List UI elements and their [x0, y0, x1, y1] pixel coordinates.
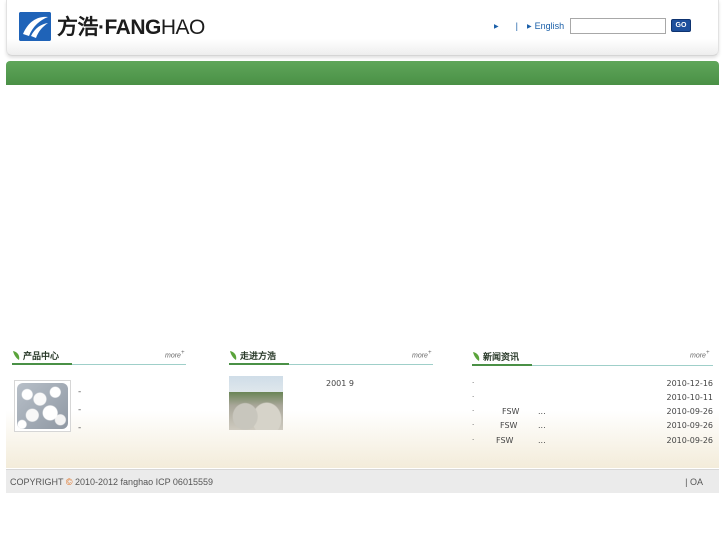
news-item[interactable]: · FSW ... 2010-09-26 — [472, 421, 713, 435]
search-input[interactable] — [570, 18, 666, 34]
news-date: 2010-09-26 — [666, 407, 714, 416]
news-title-line — [472, 364, 713, 366]
product-item[interactable]: - — [78, 401, 81, 419]
go-button[interactable]: GO — [671, 19, 691, 32]
leaf-icon — [230, 351, 237, 360]
news-item[interactable]: · 2010-12-16 — [472, 379, 713, 393]
about-more-link[interactable]: more+ — [412, 350, 431, 359]
arrow-right-icon: ▶ — [526, 23, 532, 30]
news-title: 新闻资讯 — [472, 350, 519, 363]
news-date: 2010-10-11 — [666, 393, 714, 402]
content-area: 产品中心 more+ - - - 走进方浩 more+ 2001 9 新闻资讯 … — [6, 340, 719, 468]
copyright-text: COPYRIGHT © 2010-2012 fanghao ICP 060155… — [10, 477, 213, 487]
news-date: 2010-09-26 — [666, 436, 714, 445]
top-links: ▶ | ▶ English — [494, 21, 564, 31]
news-item[interactable]: · 2010-10-11 — [472, 393, 713, 407]
english-link[interactable]: English — [535, 21, 565, 31]
products-title: 产品中心 — [12, 349, 59, 362]
product-thumbnail[interactable] — [14, 380, 71, 432]
link-separator: | — [515, 21, 518, 31]
news-item[interactable]: · FSW ... 2010-09-26 — [472, 407, 713, 421]
products-title-text: 产品中心 — [23, 352, 60, 362]
about-title-line — [229, 363, 433, 365]
oa-link[interactable]: | OA — [685, 477, 703, 487]
about-title-text: 走进方浩 — [240, 352, 277, 362]
leaf-icon — [473, 352, 480, 361]
news-more-link[interactable]: more+ — [690, 350, 709, 359]
news-title-text: 新闻资讯 — [483, 353, 520, 363]
product-item[interactable]: - — [78, 383, 81, 401]
products-title-line — [12, 363, 186, 365]
product-list: - - - — [78, 383, 81, 437]
banner-area — [6, 85, 719, 340]
about-text: 2001 9 — [326, 379, 354, 388]
logo[interactable]: 方浩·FANGHAO — [19, 11, 205, 41]
about-title: 走进方浩 — [229, 349, 276, 362]
about-photo[interactable] — [229, 376, 283, 430]
fanghao-logo-icon — [19, 11, 51, 41]
news-date: 2010-12-16 — [666, 379, 714, 388]
products-more-link[interactable]: more+ — [165, 350, 184, 359]
footer: COPYRIGHT © 2010-2012 fanghao ICP 060155… — [6, 469, 719, 493]
logo-text: 方浩·FANGHAO — [57, 16, 205, 39]
main-navbar — [6, 61, 719, 85]
news-date: 2010-09-26 — [666, 421, 714, 430]
product-item[interactable]: - — [78, 419, 81, 437]
arrow-right-icon: ▶ — [494, 23, 499, 30]
news-item[interactable]: · FSW ... 2010-09-26 — [472, 436, 713, 450]
header: 方浩·FANGHAO ▶ | ▶ English GO — [6, 0, 719, 56]
leaf-icon — [13, 351, 20, 360]
